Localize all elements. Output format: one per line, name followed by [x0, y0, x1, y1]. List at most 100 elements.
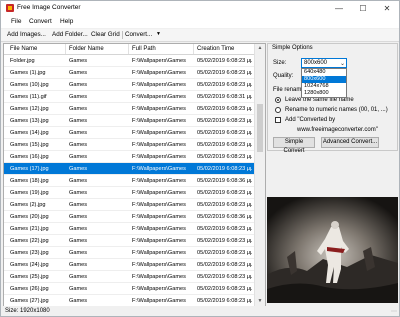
cell-folder-name: Games — [69, 262, 88, 268]
cell-folder-name: Games — [69, 202, 88, 208]
scroll-up-icon[interactable]: ▲ — [255, 44, 265, 53]
cell-folder-name: Games — [69, 118, 88, 124]
column-header-file-name[interactable]: File Name — [10, 46, 37, 52]
menu-help[interactable]: Help — [60, 18, 73, 25]
add-images-button[interactable]: Add Images... — [7, 31, 46, 38]
size-option[interactable]: 1024x768 — [302, 83, 346, 90]
cell-creation-time: 05/02/2019 6:08:23 μμ — [197, 250, 252, 256]
simple-convert-button[interactable]: Simple Convert — [273, 137, 315, 154]
clear-grid-button[interactable]: Clear Grid — [91, 31, 120, 38]
minimize-icon[interactable]: — — [327, 1, 351, 16]
menu-convert[interactable]: Convert — [29, 18, 52, 25]
toolbar: Add Images... Add Folder... Clear Grid C… — [1, 29, 399, 42]
cell-file-name: Games (25).jpg — [10, 274, 49, 280]
scrollbar-thumb[interactable] — [257, 104, 263, 152]
cell-folder-name: Games — [69, 58, 88, 64]
table-row[interactable]: Games (26).jpg Games F:\Wallpapers\Games 05… — [4, 283, 254, 295]
table-row[interactable]: Games (22).jpg Games F:\Wallpapers\Games 05… — [4, 235, 254, 247]
cell-creation-time: 05/02/2019 6:08:31 μμ — [197, 94, 252, 100]
cell-full-path: F:\Wallpapers\Games — [132, 238, 186, 244]
cell-full-path: F:\Wallpapers\Games — [132, 142, 186, 148]
app-window: Free Image Converter — ☐ ✕ File Convert … — [0, 0, 400, 317]
advanced-convert-button[interactable]: Advanced Convert... — [321, 137, 379, 148]
table-row[interactable]: Games (15).jpg Games F:\Wallpapers\Games 05… — [4, 139, 254, 151]
maximize-icon[interactable]: ☐ — [351, 1, 375, 16]
table-row[interactable]: Games (17).jpg Games F:\Wallpapers\Games 05… — [4, 163, 254, 175]
table-row[interactable]: Folder.jpg Games F:\Wallpapers\Games 05/02/… — [4, 55, 254, 67]
radio-same-name[interactable] — [275, 97, 281, 103]
table-row[interactable]: Games (12).jpg Games F:\Wallpapers\Games 05… — [4, 103, 254, 115]
chevron-down-icon[interactable]: ⌄ — [340, 60, 345, 67]
table-row[interactable]: Games (19).jpg Games F:\Wallpapers\Games 05… — [4, 187, 254, 199]
cell-full-path: F:\Wallpapers\Games — [132, 166, 186, 172]
size-option[interactable]: 640x480 — [302, 69, 346, 76]
table-row[interactable]: Games (14).jpg Games F:\Wallpapers\Games 05… — [4, 127, 254, 139]
table-row[interactable]: Games (13).jpg Games F:\Wallpapers\Games 05… — [4, 115, 254, 127]
file-grid[interactable]: File Name Folder Name Full Path Creation… — [3, 43, 266, 307]
table-row[interactable]: Games (2).jpg Games F:\Wallpapers\Games 05/… — [4, 199, 254, 211]
column-divider[interactable] — [65, 44, 66, 54]
grid-header: File Name Folder Name Full Path Creation… — [4, 44, 254, 55]
cell-folder-name: Games — [69, 298, 88, 304]
table-row[interactable]: Games (21).jpg Games F:\Wallpapers\Games 05… — [4, 223, 254, 235]
cell-creation-time: 05/02/2019 6:08:23 μμ — [197, 58, 252, 64]
cell-folder-name: Games — [69, 94, 88, 100]
cell-creation-time: 05/02/2019 6:08:23 μμ — [197, 262, 252, 268]
vertical-scrollbar[interactable]: ▲ ▼ — [254, 44, 265, 306]
column-divider[interactable] — [128, 44, 129, 54]
chevron-down-icon[interactable]: ▼ — [156, 31, 161, 37]
cell-folder-name: Games — [69, 142, 88, 148]
cell-creation-time: 05/02/2019 6:08:23 μμ — [197, 202, 252, 208]
table-row[interactable]: Games (24).jpg Games F:\Wallpapers\Games 05… — [4, 259, 254, 271]
cell-file-name: Games (19).jpg — [10, 190, 49, 196]
cell-full-path: F:\Wallpapers\Games — [132, 274, 186, 280]
column-header-full-path[interactable]: Full Path — [132, 46, 156, 52]
size-option[interactable]: 1280x800 — [302, 90, 346, 97]
cell-folder-name: Games — [69, 106, 88, 112]
cell-full-path: F:\Wallpapers\Games — [132, 118, 186, 124]
cell-file-name: Games (18).jpg — [10, 178, 49, 184]
radio-numeric-names-label: Rename to numeric names (00, 01, ...) — [285, 107, 388, 113]
cell-full-path: F:\Wallpapers\Games — [132, 190, 186, 196]
table-row[interactable]: Games (1).jpg Games F:\Wallpapers\Games 05/… — [4, 67, 254, 79]
cell-creation-time: 05/02/2019 6:08:23 μμ — [197, 130, 252, 136]
scroll-down-icon[interactable]: ▼ — [255, 297, 265, 306]
cell-file-name: Games (16).jpg — [10, 154, 49, 160]
cell-creation-time: 05/02/2019 6:08:36 μμ — [197, 178, 252, 184]
cell-full-path: F:\Wallpapers\Games — [132, 178, 186, 184]
size-dropdown-list: 640x480 800x600 1024x768 1280x800 — [301, 68, 347, 98]
cell-file-name: Games (14).jpg — [10, 130, 49, 136]
menu-file[interactable]: File — [11, 18, 21, 25]
cell-creation-time: 05/02/2019 6:08:23 μμ — [197, 238, 252, 244]
radio-numeric-names[interactable] — [275, 107, 281, 113]
cell-creation-time: 05/02/2019 6:08:36 μμ — [197, 214, 252, 220]
convert-dropdown-button[interactable]: Convert... — [125, 31, 152, 38]
resize-grip-icon[interactable]: ⋯ — [391, 308, 397, 315]
table-row[interactable]: Games (20).jpg Games F:\Wallpapers\Games 05… — [4, 211, 254, 223]
cell-folder-name: Games — [69, 130, 88, 136]
cell-folder-name: Games — [69, 214, 88, 220]
size-dropdown[interactable]: 800x600 ⌄ — [301, 58, 347, 68]
cell-file-name: Games (15).jpg — [10, 142, 49, 148]
close-icon[interactable]: ✕ — [375, 1, 399, 16]
cell-full-path: F:\Wallpapers\Games — [132, 226, 186, 232]
cell-creation-time: 05/02/2019 6:08:23 μμ — [197, 190, 252, 196]
cell-file-name: Games (27).jpg — [10, 298, 49, 304]
table-row[interactable]: Games (18).jpg Games F:\Wallpapers\Games 05… — [4, 175, 254, 187]
add-converted-by-checkbox[interactable] — [275, 117, 281, 123]
cell-creation-time: 05/02/2019 6:08:23 μμ — [197, 82, 252, 88]
column-divider[interactable] — [193, 44, 194, 54]
watermark-text: www.freeimageconverter.com" — [297, 127, 378, 133]
table-row[interactable]: Games (11).gif Games F:\Wallpapers\Games 05… — [4, 91, 254, 103]
cell-file-name: Games (1).jpg — [10, 70, 46, 76]
table-row[interactable]: Games (10).jpg Games F:\Wallpapers\Games 05… — [4, 79, 254, 91]
table-row[interactable]: Games (23).jpg Games F:\Wallpapers\Games 05… — [4, 247, 254, 259]
size-option-selected[interactable]: 800x600 — [302, 76, 346, 83]
cell-full-path: F:\Wallpapers\Games — [132, 286, 186, 292]
column-header-creation-time[interactable]: Creation Time — [197, 46, 234, 52]
cell-file-name: Games (21).jpg — [10, 226, 49, 232]
column-header-folder-name[interactable]: Folder Name — [69, 46, 104, 52]
table-row[interactable]: Games (16).jpg Games F:\Wallpapers\Games 05… — [4, 151, 254, 163]
add-folder-button[interactable]: Add Folder... — [52, 31, 88, 38]
table-row[interactable]: Games (25).jpg Games F:\Wallpapers\Games 05… — [4, 271, 254, 283]
